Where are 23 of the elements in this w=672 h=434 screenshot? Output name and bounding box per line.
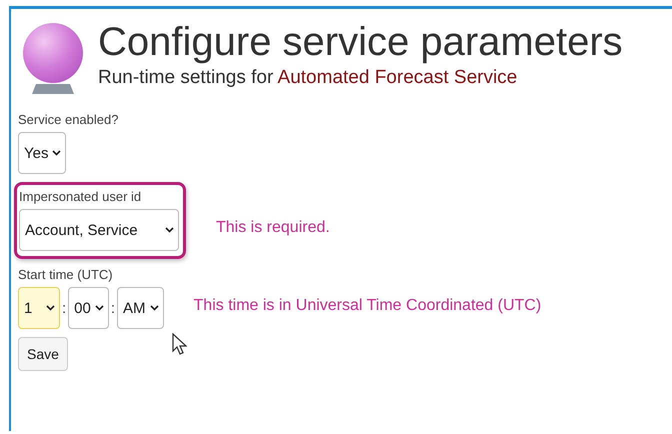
service-name: Automated Forecast Service xyxy=(278,67,518,88)
chevron-icon xyxy=(165,227,174,233)
subtitle: Run-time settings for xyxy=(98,67,274,88)
hint-text: This is required. xyxy=(216,218,330,236)
save-button[interactable]: Save xyxy=(18,337,68,371)
chevron-icon xyxy=(52,150,62,156)
field-label: Service enabled? xyxy=(18,112,118,127)
crystal-ball-icon xyxy=(22,22,84,96)
dropdown[interactable]: Account, Service xyxy=(19,209,179,251)
field-label: Impersonated user id xyxy=(19,189,142,204)
field-label: Start time (UTC) xyxy=(18,267,114,282)
chevron-icon xyxy=(94,305,104,311)
dropdown[interactable]: Yes xyxy=(18,132,66,174)
dropdown[interactable]: 1 xyxy=(18,287,60,329)
hint-text: This time is in Universal Time Coordinated (UTC) xyxy=(194,297,542,315)
time-separator: : xyxy=(62,300,66,316)
page-title: Configure service parameters xyxy=(98,19,623,65)
chevron-icon xyxy=(150,305,159,311)
time-separator: : xyxy=(110,300,116,316)
dropdown[interactable]: 00 xyxy=(68,287,109,329)
chevron-icon xyxy=(46,305,55,311)
dropdown[interactable]: AM xyxy=(117,287,164,329)
cursor-icon xyxy=(172,333,187,355)
